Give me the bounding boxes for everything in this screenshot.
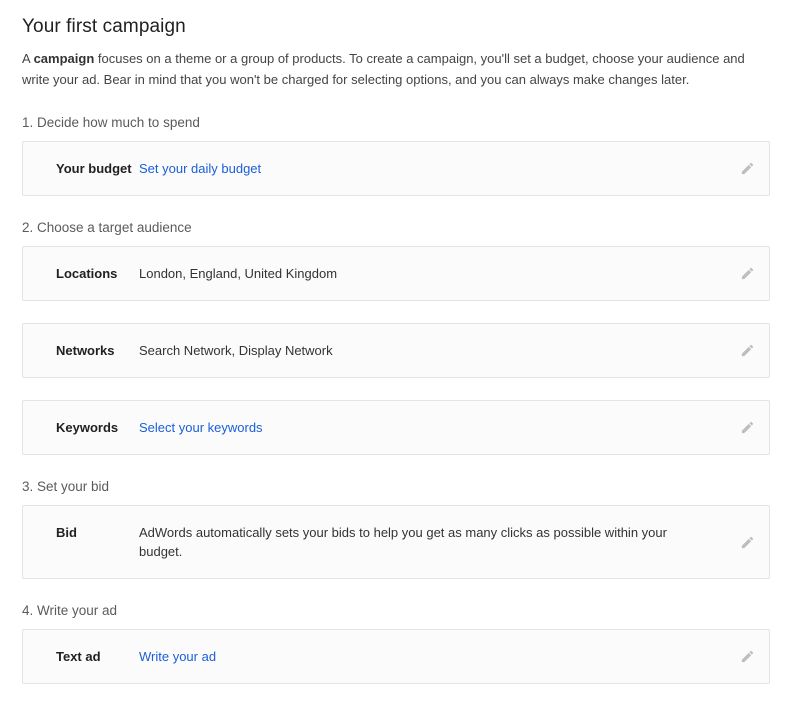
setting-label-bid: Bid: [23, 523, 139, 542]
edit-button-keywords[interactable]: [735, 416, 759, 440]
setting-card-keywords[interactable]: Keywords Select your keywords: [22, 400, 770, 455]
setting-value-your-budget[interactable]: Set your daily budget: [139, 159, 719, 178]
section-cards: Text ad Write your ad: [22, 629, 770, 684]
edit-button-your-budget[interactable]: [735, 157, 759, 181]
section-heading: 2. Choose a target audience: [22, 196, 770, 246]
setting-card-bid[interactable]: Bid AdWords automatically sets your bids…: [22, 505, 770, 579]
setting-card-text-ad[interactable]: Text ad Write your ad: [22, 629, 770, 684]
pencil-icon: [740, 343, 755, 358]
setting-value-locations: London, England, United Kingdom: [139, 264, 719, 283]
setting-label-locations: Locations: [23, 264, 139, 283]
pencil-icon: [740, 266, 755, 281]
setting-card-inner: Bid AdWords automatically sets your bids…: [23, 506, 769, 578]
pencil-icon: [740, 161, 755, 176]
sections-container: 1. Decide how much to spend Your budget …: [22, 90, 770, 684]
setting-card-inner: Locations London, England, United Kingdo…: [23, 247, 769, 300]
setting-label-text-ad: Text ad: [23, 647, 139, 666]
section-cards: Your budget Set your daily budget: [22, 141, 770, 196]
setting-card-locations[interactable]: Locations London, England, United Kingdo…: [22, 246, 770, 301]
setting-label-networks: Networks: [23, 341, 139, 360]
setting-card-inner: Networks Search Network, Display Network: [23, 324, 769, 377]
setting-value-text-ad[interactable]: Write your ad: [139, 647, 719, 666]
setting-card-networks[interactable]: Networks Search Network, Display Network: [22, 323, 770, 378]
intro-paragraph: A campaign focuses on a theme or a group…: [22, 49, 764, 90]
section-heading: 3. Set your bid: [22, 455, 770, 505]
setting-value-networks: Search Network, Display Network: [139, 341, 719, 360]
section-2: 2. Choose a target audience Locations Lo…: [22, 196, 770, 455]
page-title: Your first campaign: [22, 0, 770, 40]
pencil-icon: [740, 535, 755, 550]
pencil-icon: [740, 649, 755, 664]
section-heading: 1. Decide how much to spend: [22, 90, 770, 141]
section-cards: Bid AdWords automatically sets your bids…: [22, 505, 770, 579]
section-heading: 4. Write your ad: [22, 579, 770, 629]
setting-card-your-budget[interactable]: Your budget Set your daily budget: [22, 141, 770, 196]
section-cards: Locations London, England, United Kingdo…: [22, 246, 770, 455]
setting-value-keywords[interactable]: Select your keywords: [139, 418, 719, 437]
intro-prefix: A: [22, 51, 34, 66]
setting-label-your-budget: Your budget: [23, 159, 139, 178]
edit-button-locations[interactable]: [735, 262, 759, 286]
setting-card-inner: Keywords Select your keywords: [23, 401, 769, 454]
section-4: 4. Write your ad Text ad Write your ad: [22, 579, 770, 684]
edit-button-networks[interactable]: [735, 339, 759, 363]
intro-rest: focuses on a theme or a group of product…: [22, 51, 745, 87]
section-1: 1. Decide how much to spend Your budget …: [22, 90, 770, 196]
pencil-icon: [740, 420, 755, 435]
section-3: 3. Set your bid Bid AdWords automaticall…: [22, 455, 770, 579]
intro-bold-term: campaign: [34, 51, 95, 66]
edit-button-text-ad[interactable]: [735, 645, 759, 669]
setting-card-inner: Text ad Write your ad: [23, 630, 769, 683]
setting-card-inner: Your budget Set your daily budget: [23, 142, 769, 195]
campaign-setup-page: Your first campaign A campaign focuses o…: [0, 0, 792, 684]
setting-value-bid: AdWords automatically sets your bids to …: [139, 523, 719, 561]
edit-button-bid[interactable]: [735, 530, 759, 554]
setting-label-keywords: Keywords: [23, 418, 139, 437]
